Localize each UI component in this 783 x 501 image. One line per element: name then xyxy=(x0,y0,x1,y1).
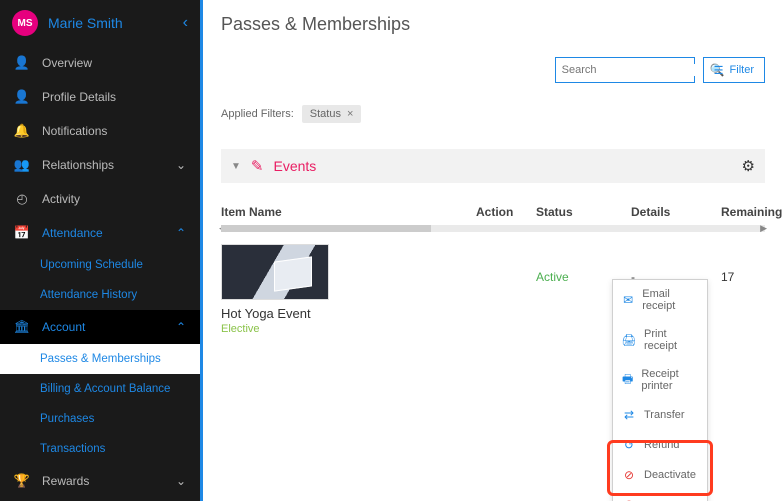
dd-print-receipt[interactable]: 🖨 Print receipt xyxy=(613,320,707,360)
sliders-icon: ☰ xyxy=(714,64,724,77)
profile-icon: 👤 xyxy=(14,89,30,105)
horizontal-scrollbar[interactable]: ◀ ▶ xyxy=(221,225,765,232)
sidebar-item-rewards[interactable]: 🏆 Rewards ⌄ xyxy=(0,464,200,498)
dd-label: Refund xyxy=(644,439,679,451)
filter-label: Filter xyxy=(730,64,754,76)
dd-receipt-printer[interactable]: 🖶 Receipt printer xyxy=(613,360,707,400)
print-icon: 🖨 xyxy=(622,333,636,347)
nav-label: Attendance xyxy=(42,226,164,240)
search-box: 🔍 xyxy=(555,57,695,83)
avatar[interactable]: MS xyxy=(12,10,38,36)
filter-button[interactable]: ☰ Filter xyxy=(703,57,765,83)
events-label: Events xyxy=(273,158,731,174)
sidebar-item-transactions[interactable]: Transactions xyxy=(0,434,200,464)
events-section-header: ▼ ✎ Events ⚙ xyxy=(221,149,765,183)
nav-label: Profile Details xyxy=(42,90,186,104)
action-dropdown: ✉ Email receipt 🖨 Print receipt 🖶 Receip… xyxy=(612,279,708,501)
printer-icon: 🖶 xyxy=(622,370,633,391)
toolbar: 🔍 ☰ Filter xyxy=(221,57,765,83)
people-icon: 👥 xyxy=(14,157,30,173)
sidebar-item-upcoming-schedule[interactable]: Upcoming Schedule xyxy=(0,250,200,280)
status-cell: Active xyxy=(536,244,631,284)
main-content: Passes & Memberships 🔍 ☰ Filter Applied … xyxy=(200,0,783,501)
col-header-action[interactable]: Action xyxy=(476,205,536,219)
refund-icon: ↺ xyxy=(622,438,636,452)
dd-email-receipt[interactable]: ✉ Email receipt xyxy=(613,280,707,320)
transfer-icon: ⇄ xyxy=(622,408,636,422)
trophy-icon: 🏆 xyxy=(14,473,30,489)
close-icon[interactable]: × xyxy=(347,108,353,120)
item-thumbnail[interactable] xyxy=(221,244,329,300)
dd-transfer[interactable]: ⇄ Transfer xyxy=(613,400,707,430)
sidebar-item-attendance[interactable]: 📅 Attendance ⌃ xyxy=(0,216,200,250)
filter-chip-status: Status × xyxy=(302,105,362,123)
dd-cancel[interactable]: ⓧ Cancel xyxy=(613,490,707,501)
item-subtitle: Elective xyxy=(221,323,476,335)
dd-deactivate[interactable]: ⊘ Deactivate xyxy=(613,460,707,490)
chevron-down-icon: ⌄ xyxy=(176,474,186,488)
dd-label: Print receipt xyxy=(644,328,698,352)
sidebar-item-passes-memberships[interactable]: Passes & Memberships xyxy=(0,344,200,374)
dd-label: Email receipt xyxy=(642,288,698,312)
sidebar-item-activity[interactable]: ◴ Activity xyxy=(0,182,200,216)
table-header-row: Item Name Action Status Details Remainin… xyxy=(221,199,765,225)
sidebar-item-attendance-history[interactable]: Attendance History xyxy=(0,280,200,310)
collapse-sidebar-icon[interactable]: ‹ xyxy=(183,14,188,32)
sidebar-item-overview[interactable]: 👤 Overview xyxy=(0,46,200,80)
item-title[interactable]: Hot Yoga Event xyxy=(221,306,476,321)
nav-label: Rewards xyxy=(42,474,164,488)
gear-icon[interactable]: ⚙ xyxy=(742,157,755,175)
user-name[interactable]: Marie Smith xyxy=(48,15,173,31)
nav-label: Notifications xyxy=(42,124,186,138)
nav-label: Account xyxy=(42,320,164,334)
ban-icon: ⊘ xyxy=(622,468,636,482)
col-header-item[interactable]: Item Name xyxy=(221,205,476,219)
bell-icon: 🔔 xyxy=(14,123,30,139)
dd-label: Receipt printer xyxy=(641,368,698,392)
sidebar-header: MS Marie Smith ‹ xyxy=(0,0,200,46)
dd-label: Transfer xyxy=(644,409,685,421)
col-header-details[interactable]: Details xyxy=(631,205,721,219)
dd-label: Deactivate xyxy=(644,469,696,481)
search-input[interactable] xyxy=(556,64,710,76)
chevron-up-icon: ⌃ xyxy=(176,226,186,240)
details-cell: - xyxy=(631,244,721,284)
dd-refund[interactable]: ↺ Refund xyxy=(613,430,707,460)
sidebar-item-billing[interactable]: Billing & Account Balance xyxy=(0,374,200,404)
chip-label: Status xyxy=(310,108,341,120)
calendar-icon: 📅 xyxy=(14,225,30,241)
sidebar: MS Marie Smith ‹ 👤 Overview 👤 Profile De… xyxy=(0,0,200,501)
applied-filters: Applied Filters: Status × xyxy=(221,105,765,123)
edit-icon[interactable]: ✎ xyxy=(251,157,264,175)
nav-label: Relationships xyxy=(42,158,164,172)
applied-filters-label: Applied Filters: xyxy=(221,108,294,120)
scroll-right-icon[interactable]: ▶ xyxy=(760,223,767,234)
sidebar-item-profile-details[interactable]: 👤 Profile Details xyxy=(0,80,200,114)
sidebar-item-purchases[interactable]: Purchases xyxy=(0,404,200,434)
sidebar-item-notifications[interactable]: 🔔 Notifications xyxy=(0,114,200,148)
page-title: Passes & Memberships xyxy=(221,14,765,35)
sidebar-item-account[interactable]: 🏛 Account ⌃ xyxy=(0,310,200,344)
chevron-down-icon: ⌄ xyxy=(176,158,186,172)
mail-icon: ✉ xyxy=(622,293,634,307)
nav-label: Overview xyxy=(42,56,186,70)
sidebar-item-relationships[interactable]: 👥 Relationships ⌄ xyxy=(0,148,200,182)
user-icon: 👤 xyxy=(14,55,30,71)
item-cell: Hot Yoga Event Elective xyxy=(221,244,476,335)
remaining-cell: 17 xyxy=(721,244,781,284)
nav-label: Activity xyxy=(42,192,186,206)
collapse-triangle-icon[interactable]: ▼ xyxy=(231,161,241,172)
col-header-status[interactable]: Status xyxy=(536,205,631,219)
bank-icon: 🏛 xyxy=(14,319,30,335)
scroll-thumb[interactable] xyxy=(221,225,431,232)
activity-icon: ◴ xyxy=(14,191,30,207)
chevron-up-icon: ⌃ xyxy=(176,320,186,334)
col-header-remaining[interactable]: Remaining xyxy=(721,205,782,219)
